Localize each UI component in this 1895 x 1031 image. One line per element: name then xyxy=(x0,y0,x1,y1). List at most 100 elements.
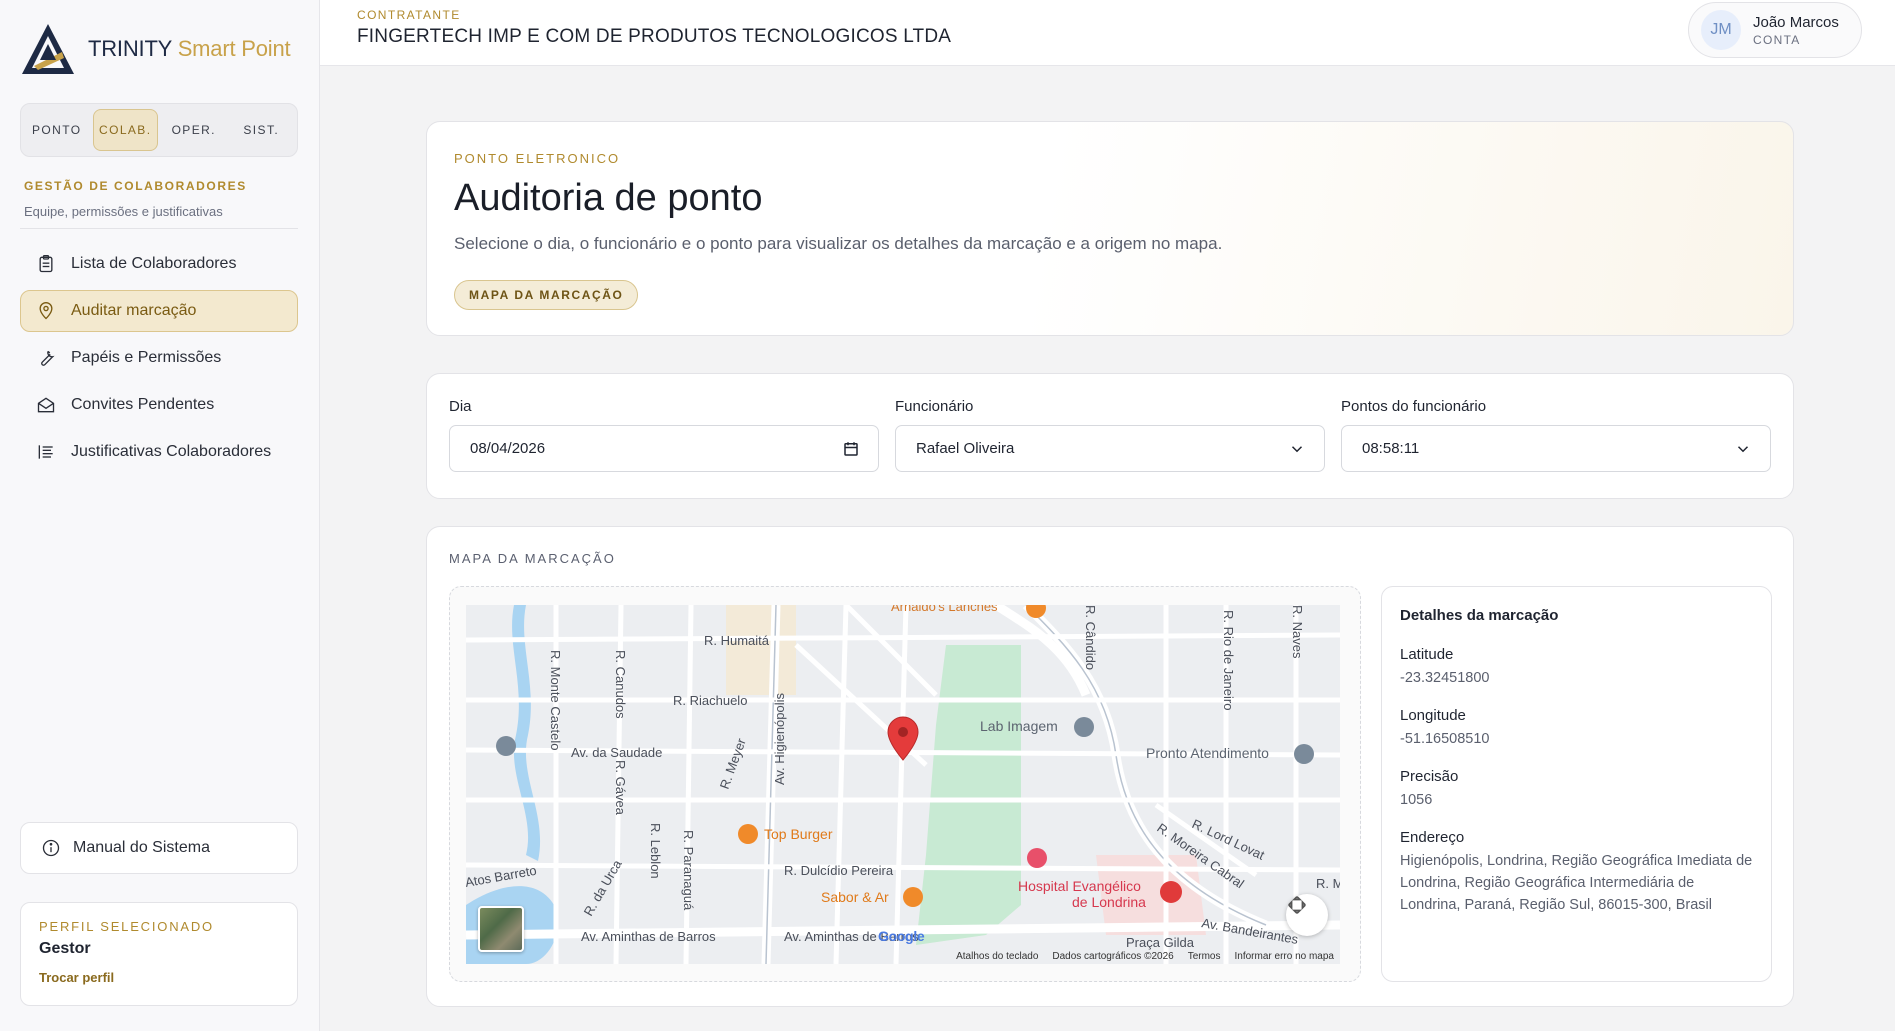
street-label: Av. Higienópolis xyxy=(772,692,787,785)
sidebar-item-papeis-permissoes[interactable]: Papéis e Permissões xyxy=(20,337,298,379)
section-subtitle: Equipe, permissões e justificativas xyxy=(24,204,223,219)
info-icon xyxy=(42,839,60,857)
list-icon xyxy=(35,441,57,463)
envelope-icon xyxy=(35,394,57,416)
map-pin-icon xyxy=(35,300,57,322)
profile-label: PERFIL SELECIONADO xyxy=(39,919,214,934)
terms-link[interactable]: Termos xyxy=(1188,951,1221,962)
chevron-down-icon xyxy=(1291,445,1303,452)
switch-profile-link[interactable]: Trocar perfil xyxy=(39,970,114,985)
company-name: FINGERTECH IMP E COM DE PRODUTOS TECNOLO… xyxy=(357,26,952,47)
sidebar-item-label: Auditar marcação xyxy=(71,302,197,319)
place-label: Sabor & Ar xyxy=(821,889,889,905)
street-label: R. Riachuelo xyxy=(673,693,747,708)
details-title: Detalhes da marcação xyxy=(1400,607,1559,624)
poi-clinic-icon xyxy=(1294,744,1314,764)
day-field: Dia 08/04/2026 xyxy=(449,398,879,472)
user-menu[interactable]: JM João Marcos CONTA xyxy=(1688,2,1862,58)
report-error-link[interactable]: Informar erro no mapa xyxy=(1235,951,1335,962)
manual-button[interactable]: Manual do Sistema xyxy=(20,822,298,874)
sidebar-item-justificativas[interactable]: Justificativas Colaboradores xyxy=(20,431,298,473)
punches-field: Pontos do funcionário 08:58:11 xyxy=(1341,398,1771,472)
street-label: R. Monte Castelo xyxy=(548,650,563,750)
map-eyebrow: MAPA DA MARCAÇÃO xyxy=(449,551,616,566)
poi-lab-icon xyxy=(1074,717,1094,737)
place-label: Lab Imagem xyxy=(980,718,1058,734)
hospital-icon xyxy=(1027,848,1047,868)
clipboard-icon xyxy=(35,253,57,275)
mode-tab-oper[interactable]: OPER. xyxy=(162,109,226,151)
place-label: de Londrina xyxy=(1072,894,1146,910)
punches-label: Pontos do funcionário xyxy=(1341,398,1487,415)
restaurant-icon xyxy=(738,824,758,844)
brand-title: TRINITY xyxy=(88,36,172,61)
street-label: Praça Gilda xyxy=(1126,935,1195,950)
map-footer: Atalhos do teclado Dados cartográficos ©… xyxy=(956,951,1334,962)
latitude-label: Latitude xyxy=(1400,646,1454,663)
mode-tab-colab[interactable]: COLAB. xyxy=(92,109,158,151)
page-title: Auditoria de ponto xyxy=(454,177,763,219)
wrench-icon xyxy=(35,347,57,369)
latitude-value: -23.32451800 xyxy=(1400,670,1490,686)
street-label: R. Dulcídio Pereira xyxy=(784,863,894,878)
trinity-logo xyxy=(22,24,74,74)
map-anchor-pill[interactable]: MAPA DA MARCAÇÃO xyxy=(454,280,639,310)
fullscreen-icon xyxy=(1288,896,1306,914)
employee-field: Funcionário Rafael Oliveira xyxy=(895,398,1325,472)
filters-card: Dia 08/04/2026 Funcionário Rafael Olivei… xyxy=(426,373,1794,499)
hospital-h-icon xyxy=(1160,881,1182,903)
topbar: CONTRATANTE FINGERTECH IMP E COM DE PROD… xyxy=(320,0,1895,66)
punches-value: 08:58:11 xyxy=(1362,440,1420,457)
employee-label: Funcionário xyxy=(895,398,974,415)
day-date-input[interactable]: 08/04/2026 xyxy=(449,425,879,472)
street-label: R. Leblon xyxy=(648,823,663,879)
employee-select[interactable]: Rafael Oliveira xyxy=(895,425,1325,472)
employee-value: Rafael Oliveira xyxy=(916,440,1015,457)
manual-label: Manual do Sistema xyxy=(73,839,210,856)
sidebar-item-label: Papéis e Permissões xyxy=(71,349,222,366)
street-label: R. Cândido xyxy=(1083,605,1098,670)
street-label: R. Gávea xyxy=(613,760,628,816)
mode-tab-ponto[interactable]: PONTO xyxy=(25,109,89,151)
street-label: R. M xyxy=(1316,876,1340,891)
day-value: 08/04/2026 xyxy=(470,440,546,457)
google-logo: Google xyxy=(878,928,925,944)
street-label: Av. Aminthas de Barros xyxy=(581,929,716,944)
place-label: Pronto Atendimento xyxy=(1146,745,1269,761)
street-label: R. Canudos xyxy=(613,650,628,719)
sidebar-item-convites-pendentes[interactable]: Convites Pendentes xyxy=(20,384,298,426)
user-name: João Marcos xyxy=(1753,13,1839,31)
punches-select[interactable]: 08:58:11 xyxy=(1341,425,1771,472)
google-map[interactable]: R. Humaitá R. Riachuelo Av. da Saudade R… xyxy=(466,605,1340,964)
section-divider xyxy=(20,228,298,229)
brand-name: TRINITY Smart Point xyxy=(88,36,291,62)
street-label: R. Rio de Janeiro xyxy=(1221,610,1236,710)
satellite-toggle-button[interactable] xyxy=(478,906,524,952)
keyboard-shortcuts-link[interactable]: Atalhos do teclado xyxy=(956,951,1038,962)
mode-tab-sist[interactable]: SIST. xyxy=(230,109,294,151)
place-label: Top Burger xyxy=(764,826,833,842)
address-label: Endereço xyxy=(1400,829,1465,846)
precision-label: Precisão xyxy=(1400,768,1459,785)
page-description: Selecione o dia, o funcionário e o ponto… xyxy=(454,234,1223,253)
poi-school-icon xyxy=(496,736,516,756)
day-label: Dia xyxy=(449,398,472,415)
sidebar-item-auditar-marcacao[interactable]: Auditar marcação xyxy=(20,290,298,332)
section-title: GESTÃO DE COLABORADORES xyxy=(24,179,247,193)
sidebar-item-lista-colaboradores[interactable]: Lista de Colaboradores xyxy=(20,243,298,285)
profile-card: PERFIL SELECIONADO Gestor Trocar perfil xyxy=(20,902,298,1006)
sidebar-item-label: Lista de Colaboradores xyxy=(71,255,237,272)
map-data-label: Dados cartográficos ©2026 xyxy=(1052,951,1174,962)
street-label: Av. da Saudade xyxy=(571,745,662,760)
precision-value: 1056 xyxy=(1400,792,1433,808)
sidebar-item-label: Convites Pendentes xyxy=(71,396,215,413)
fullscreen-button[interactable] xyxy=(1286,894,1328,936)
place-label: Arnaldo's Lanches xyxy=(891,605,998,614)
longitude-value: -51.16508510 xyxy=(1400,731,1490,747)
map-card: MAPA DA MARCAÇÃO R. Humaitá R. Riachuelo… xyxy=(426,526,1794,1007)
sidebar: TRINITY Smart Point PONTO COLAB. OPER. S… xyxy=(0,0,320,1031)
mode-tabs: PONTO COLAB. OPER. SIST. xyxy=(20,103,298,157)
brand[interactable]: TRINITY Smart Point xyxy=(20,22,291,76)
calendar-icon xyxy=(844,441,858,456)
map-canvas: R. Humaitá R. Riachuelo Av. da Saudade R… xyxy=(466,605,1340,964)
